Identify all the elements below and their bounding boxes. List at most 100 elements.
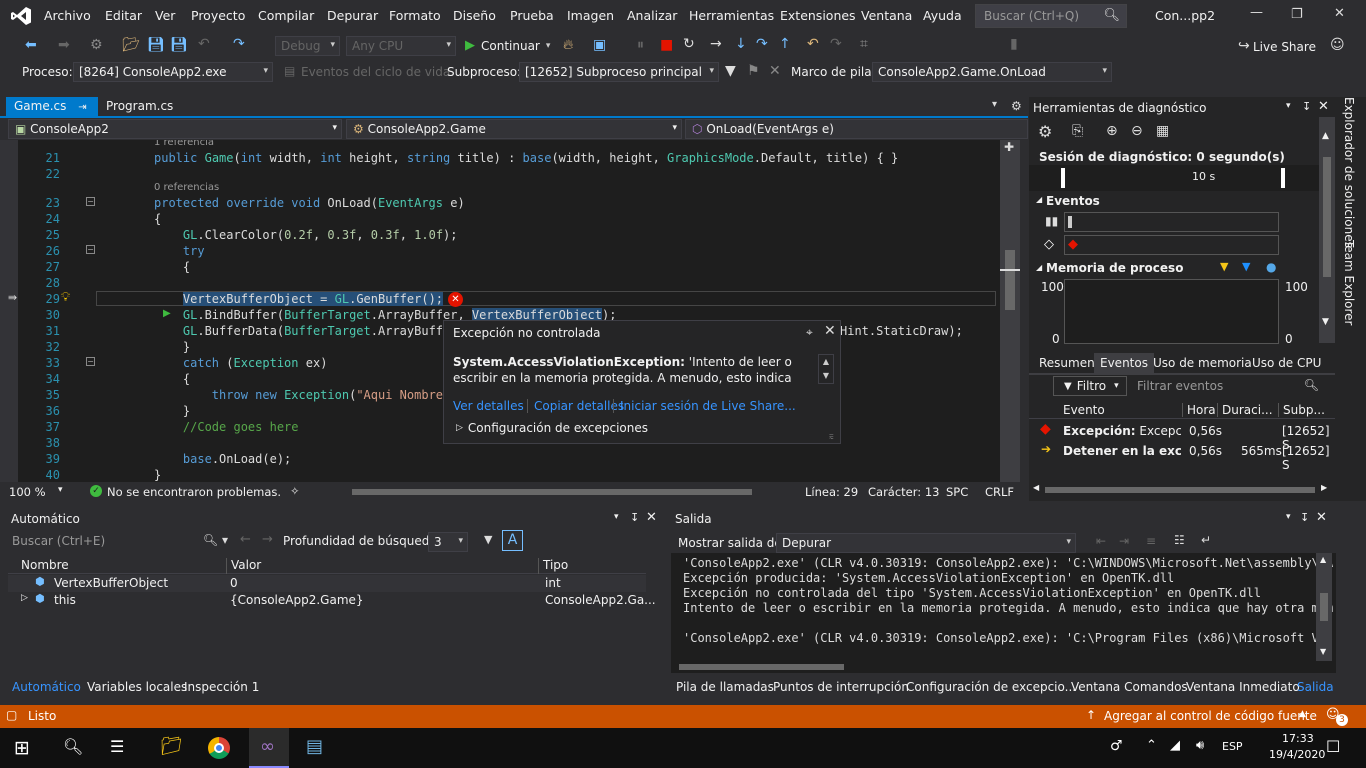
chrome-icon[interactable] <box>208 737 230 759</box>
dropdown-icon[interactable]: ▾ <box>1286 512 1291 522</box>
clock-date[interactable]: 19/4/2020 <box>1269 748 1325 761</box>
spc-indicator[interactable]: SPC <box>946 485 968 499</box>
open-folder-icon[interactable]: 📂︎ <box>122 37 140 53</box>
menu-diseno[interactable]: Diseño <box>453 8 496 23</box>
bookmark-icon[interactable]: ▮ <box>1010 36 1018 52</box>
filter-icon[interactable]: ▼ <box>725 63 736 79</box>
maximize-button[interactable]: ❐ <box>1291 7 1303 22</box>
visual-studio-logo-icon[interactable] <box>10 6 32 26</box>
menu-imagen[interactable]: Imagen <box>567 8 614 23</box>
timeline-end-handle[interactable] <box>1281 168 1285 188</box>
table-row[interactable]: ➔ Detener en la exce... 0,56s 565ms [126… <box>1029 441 1335 472</box>
breakpoint-margin[interactable] <box>0 140 18 482</box>
solution-explorer-tab[interactable]: Explorador de soluciones <box>1342 97 1356 248</box>
expand-icon[interactable]: ▷ <box>21 593 28 603</box>
codelens-references[interactable]: 1 referencia <box>154 140 214 148</box>
search-next-icon[interactable]: → <box>262 532 273 547</box>
undo-edit-icon[interactable]: ↶ <box>807 36 819 52</box>
save-all-icon[interactable]: 💾︎ <box>170 37 188 53</box>
intellitrace-events-track[interactable]: ◆ <box>1064 235 1279 255</box>
col-duracion[interactable]: Duraci... <box>1217 403 1273 417</box>
zoom-in-icon[interactable]: ⊕ <box>1106 123 1118 139</box>
live-share-button[interactable]: Live Share <box>1253 40 1316 54</box>
col-evento[interactable]: Evento <box>1063 403 1105 417</box>
member-dropdown[interactable]: ⬡ OnLoad(EventArgs e) <box>685 119 1028 139</box>
scrollbar-thumb[interactable] <box>1045 487 1315 493</box>
clear-flags-icon[interactable]: ✕ <box>769 63 781 79</box>
people-icon[interactable]: ♂ <box>1110 738 1123 754</box>
menu-formato[interactable]: Formato <box>389 8 441 23</box>
tab-configuracion-excepciones[interactable]: Configuración de excepcio... <box>906 680 1076 694</box>
continue-button[interactable]: ▶ Continuar ▾ <box>465 38 550 53</box>
break-events-track[interactable] <box>1064 212 1279 232</box>
tab-inspeccion-1[interactable]: Inspección 1 <box>184 680 259 694</box>
message-scrollbar[interactable]: ▲ ▼ <box>818 354 834 384</box>
editor-settings-icon[interactable]: ⚙ <box>1011 99 1022 113</box>
output-text-area[interactable]: 'ConsoleApp2.exe' (CLR v4.0.30319: Conso… <box>671 553 1336 673</box>
scrollbar-thumb[interactable] <box>1323 157 1331 277</box>
tab-ventana-inmediato[interactable]: Ventana Inmediato <box>1186 680 1300 694</box>
menu-analizar[interactable]: Analizar <box>627 8 677 23</box>
team-explorer-tab[interactable]: Team Explorer <box>1342 240 1356 326</box>
hot-reload-icon[interactable]: 🔥︎ <box>563 37 573 53</box>
tab-program-cs[interactable]: Program.cs <box>98 97 188 117</box>
session-timeline[interactable]: 10 s <box>1029 165 1319 191</box>
pin-icon[interactable]: ⇥ <box>78 102 86 113</box>
horizontal-scrollbar[interactable] <box>342 489 780 495</box>
menu-extensiones[interactable]: Extensiones <box>780 8 856 23</box>
live-share-session-link[interactable]: Iniciar sesión de Live Share... <box>613 399 796 413</box>
code-cleanup-icon[interactable]: ✧ <box>290 484 300 498</box>
threads-icon[interactable]: ⌗ <box>860 36 868 52</box>
menu-editar[interactable]: Editar <box>105 8 142 23</box>
clear-all-icon[interactable]: ☷ <box>1174 533 1185 547</box>
go-to-previous-icon[interactable]: ⇤ <box>1096 534 1106 548</box>
zoom-out-icon[interactable]: ⊖ <box>1131 123 1143 139</box>
search-previous-icon[interactable]: ← <box>240 532 251 547</box>
lifecycle-events-button[interactable]: Eventos del ciclo de vida <box>301 65 450 79</box>
split-icon[interactable]: ✚ <box>1004 140 1014 154</box>
tab-game-cs[interactable]: Game.cs ⇥ ✕ <box>6 97 98 127</box>
memory-graph[interactable] <box>1064 279 1279 344</box>
menu-archivo[interactable]: Archivo <box>44 8 91 23</box>
back-icon[interactable]: ⬅︎ <box>25 37 37 53</box>
redo-edit-icon[interactable]: ↷ <box>830 36 842 52</box>
dropdown-icon[interactable]: ▾ <box>1286 101 1291 111</box>
clock-time[interactable]: 17:33 <box>1282 732 1314 745</box>
close-icon[interactable]: ✕ <box>1318 99 1329 114</box>
pin-icon[interactable]: ⌖ <box>806 325 813 340</box>
action-center-icon[interactable]: ☐ <box>1326 737 1340 756</box>
type-dropdown[interactable]: ⚙ ConsoleApp2.Game ▾ <box>346 119 682 139</box>
step-over-icon[interactable]: ↷ <box>756 36 768 52</box>
menu-compilar[interactable]: Compilar <box>258 8 314 23</box>
collapse-icon[interactable]: − <box>86 357 95 366</box>
scrollbar-thumb[interactable] <box>1005 250 1015 310</box>
tab-puntos-interrupcion[interactable]: Puntos de interrupción <box>773 680 909 694</box>
scrollbar-thumb[interactable] <box>1320 593 1328 621</box>
process-select[interactable]: [8264] ConsoleApp2.exe ▾ <box>73 62 273 82</box>
show-next-statement-icon[interactable]: → <box>710 36 722 52</box>
platform-select[interactable]: Any CPU ▾ <box>346 36 456 56</box>
forward-icon[interactable]: ➡︎ <box>58 37 70 53</box>
search-depth-select[interactable]: 3 ▾ <box>428 532 468 552</box>
crlf-indicator[interactable]: CRLF <box>985 485 1014 499</box>
menu-prueba[interactable]: Prueba <box>510 8 554 23</box>
break-event-marker[interactable] <box>1068 216 1072 228</box>
menu-ver[interactable]: Ver <box>155 8 175 23</box>
search-icon[interactable]: 🔍︎ <box>63 737 83 756</box>
filter-dropdown[interactable]: ▼ Filtro ▾ <box>1053 376 1127 396</box>
view-details-link[interactable]: Ver detalles <box>453 399 524 413</box>
tab-eventos[interactable]: Eventos <box>1094 353 1154 373</box>
table-row[interactable]: ◆ Excepción: Excepció... 0,56s [12652] S <box>1029 421 1335 452</box>
tab-variables-locales[interactable]: Variables locales <box>87 680 187 694</box>
show-hidden-icons[interactable]: ⌃ <box>1146 738 1157 753</box>
tab-pila-llamadas[interactable]: Pila de llamadas <box>676 680 774 694</box>
flag-icon[interactable]: ⚑ <box>747 63 760 79</box>
collapse-icon[interactable]: ◢ <box>1036 195 1042 204</box>
undo-icon[interactable]: ↶ <box>198 36 210 52</box>
zoom-select[interactable]: 100 % <box>9 485 46 499</box>
resize-grip-icon[interactable]: ⩳ <box>829 432 834 442</box>
tab-uso-memoria[interactable]: Uso de memoria <box>1153 356 1252 370</box>
tab-automatico[interactable]: Automático <box>12 680 81 694</box>
close-window-button[interactable]: ✕ <box>1334 6 1345 21</box>
stack-frame-select[interactable]: ConsoleApp2.Game.OnLoad ▾ <box>872 62 1112 82</box>
